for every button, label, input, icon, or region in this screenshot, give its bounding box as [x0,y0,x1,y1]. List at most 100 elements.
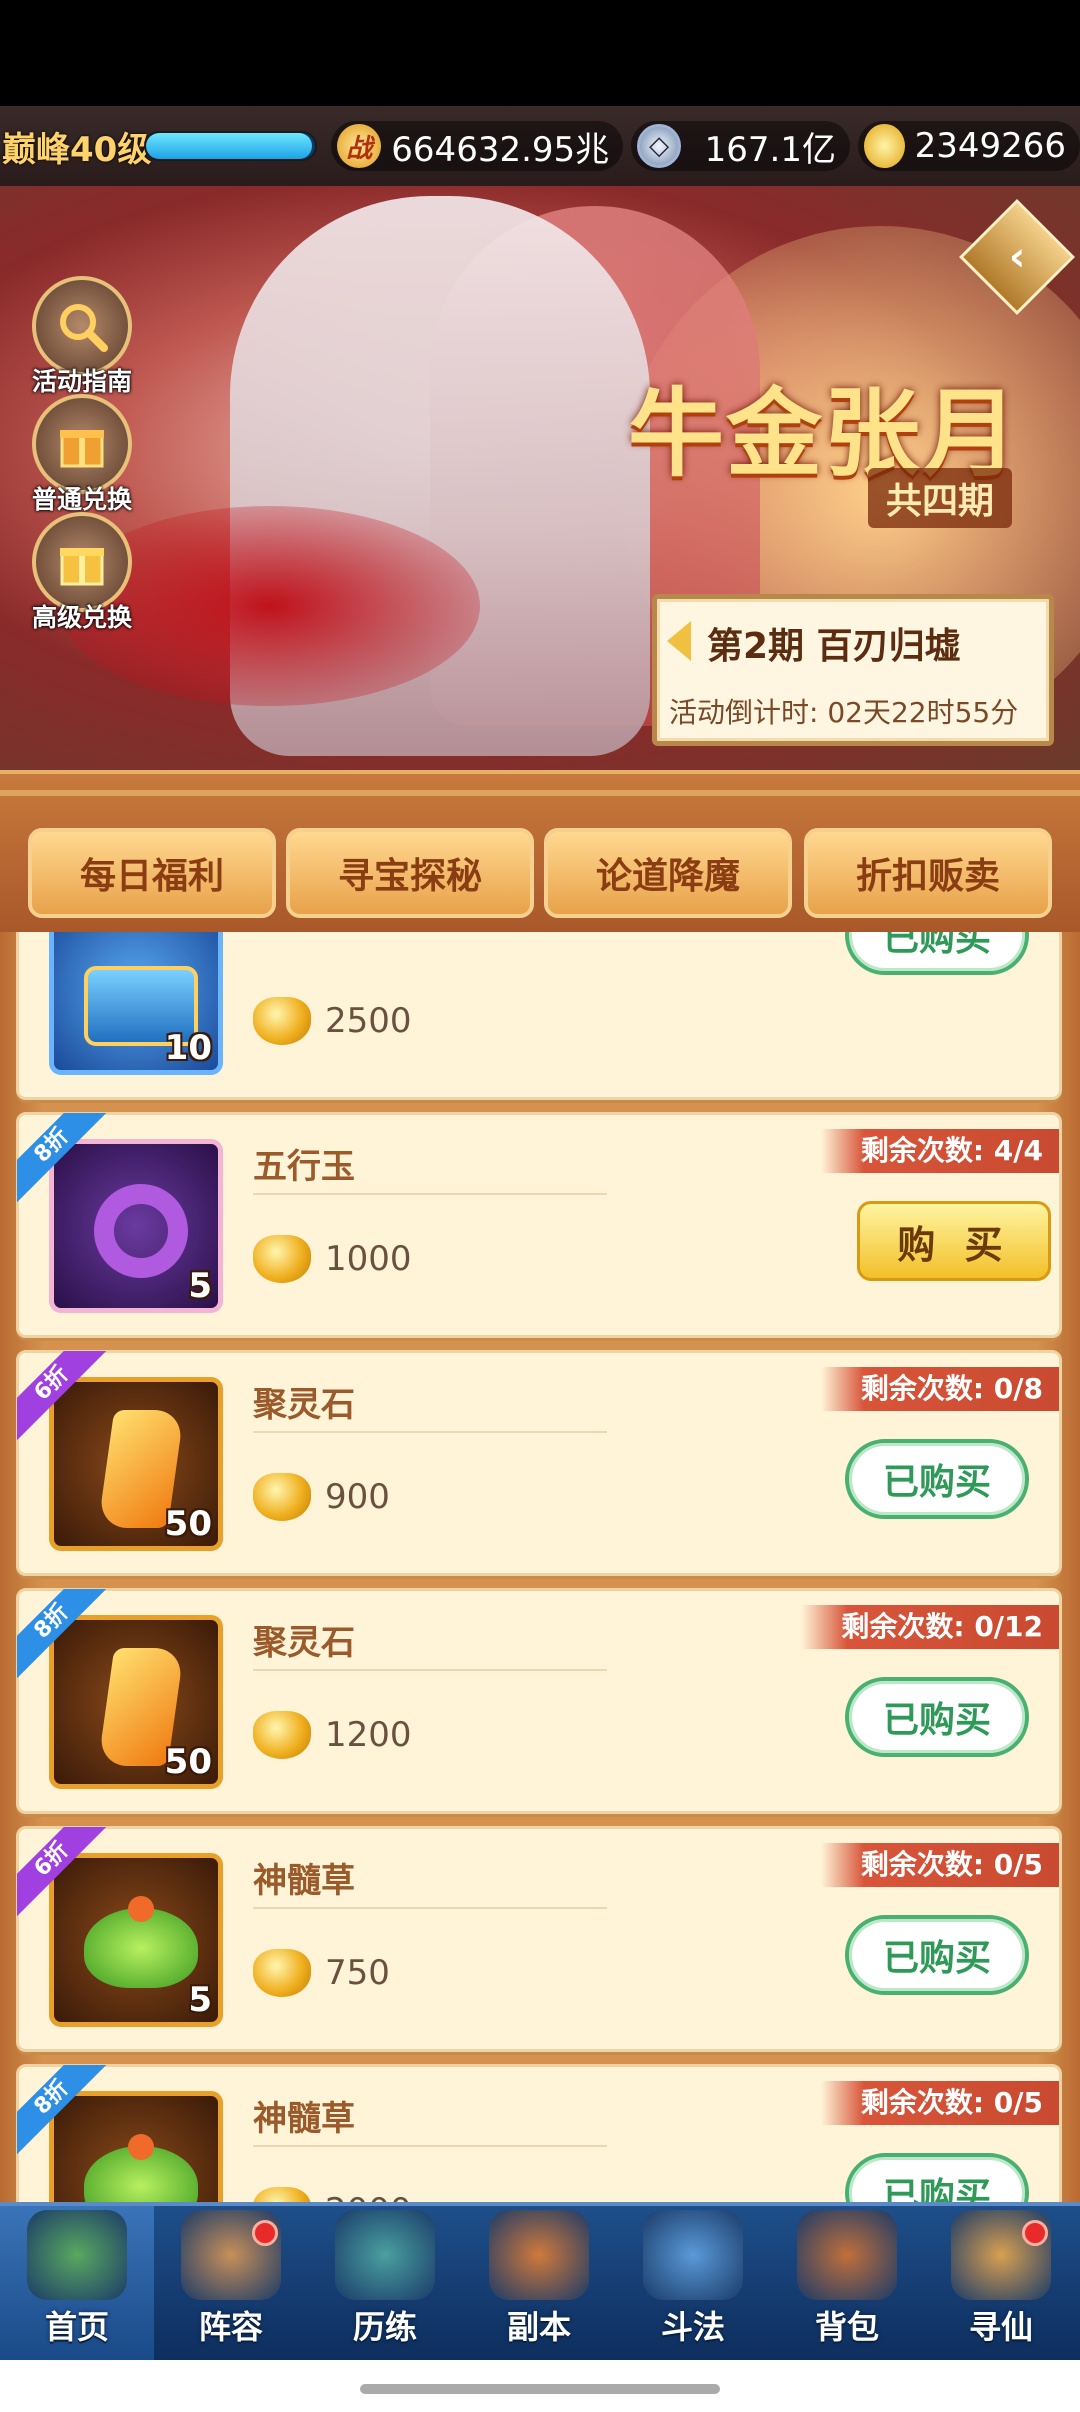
nav-duel[interactable]: 斗法 [616,2206,770,2360]
shop-item-row: 8折 神髓草 2000 剩余次数: 0/5 已购买 [16,2064,1062,2202]
item-price: 2000 [253,2187,412,2202]
gift-box-icon [32,394,132,494]
nav-label: 斗法 [660,2308,725,2346]
notification-dot [1022,2220,1048,2246]
item-quantity: 5 [188,1980,212,2020]
discount-badge: 6折 [17,1827,107,1917]
normal-exchange-button[interactable]: 普通兑换 [30,394,134,516]
item-name: 聚灵石 [253,1623,355,1663]
nav-label: 历练 [352,2308,417,2346]
discount-label: 6折 [17,1827,107,1917]
item-price: 1200 [253,1711,412,1759]
period-title: 第2期 百刃归墟 [707,626,961,667]
nav-seek-immortal[interactable]: 寻仙 [924,2206,1078,2360]
price-value: 900 [325,1477,390,1517]
gold-ingot-icon [864,124,905,168]
herb-flower-icon [128,1896,154,1922]
purchased-button[interactable]: 已购买 [845,1915,1029,1995]
nav-label: 副本 [506,2308,571,2346]
gold-ingot-icon [253,1949,311,1997]
gesture-bar [0,2360,1080,2412]
remaining-count: 剩余次数: 0/5 [820,2081,1059,2125]
item-quantity: 50 [164,1742,212,1782]
nav-training[interactable]: 历练 [308,2206,462,2360]
gold-ingot-icon [253,1235,311,1283]
gold-ingot-icon [253,997,311,1045]
event-banner: 活动指南 普通兑换 高级兑换 ‹ 牛金张月 共四期 第2期 百刃归墟 活动倒计时… [0,186,1080,770]
shop-item-row: 50 6折 聚灵石 900 剩余次数: 0/8 已购买 [16,1350,1062,1576]
tab-bar: 每日福利 寻宝探秘 论道降魔 折扣贩卖 [0,770,1080,932]
tab-demon-subduing[interactable]: 论道降魔 [544,828,792,918]
back-arrow-icon: ‹ [1008,233,1026,280]
item-divider [253,1431,607,1433]
bottom-nav: 首页 阵容 历练 副本 斗法 背包 寻仙 [0,2202,1080,2360]
purchased-button[interactable]: 已购买 [845,2153,1029,2202]
discount-item-list[interactable]: 10 2500 已购买 5 8折 五行玉 1000 剩余次数: 4/4 购 买 50 6折 聚灵石 90… [0,932,1080,2202]
advanced-exchange-label: 高级兑换 [31,603,132,632]
discount-label: 8折 [17,1589,107,1679]
discount-label: 8折 [17,2065,107,2155]
item-thumbnail[interactable]: 10 [49,932,223,1075]
nav-dungeon[interactable]: 副本 [462,2206,616,2360]
item-price: 750 [253,1949,390,1997]
gold-display[interactable]: 2349266 [858,121,1080,171]
remaining-count: 剩余次数: 4/4 [820,1129,1059,1173]
nav-home[interactable]: 首页 [0,2206,154,2360]
nav-backpack[interactable]: 背包 [770,2206,924,2360]
tab-discount-sale[interactable]: 折扣贩卖 [804,828,1052,918]
nav-label: 背包 [814,2308,879,2346]
magnifier-icon [32,276,132,376]
silver-display[interactable]: ◇ 167.1亿 [631,121,850,171]
period-panel[interactable]: 第2期 百刃归墟 活动倒计时: 02天22时55分 [652,594,1054,746]
resource-bar: 巅峰40级 战 664632.95兆 ◇ 167.1亿 2349266 [0,106,1080,186]
item-quantity: 50 [164,1504,212,1544]
item-divider [253,1907,607,1909]
discount-badge: 6折 [17,1351,107,1441]
prev-period-arrow-icon[interactable] [667,621,691,661]
nav-label: 首页 [44,2308,109,2346]
gift-box-icon [32,512,132,612]
advanced-exchange-button[interactable]: 高级兑换 [30,512,134,634]
nav-label: 寻仙 [968,2308,1033,2346]
gold-ingot-icon [253,2187,311,2202]
discount-label: 8折 [17,1113,107,1203]
purchased-button[interactable]: 已购买 [845,932,1029,975]
remaining-count: 剩余次数: 0/12 [801,1605,1059,1649]
xp-bar [144,131,318,161]
xp-fill [146,133,312,159]
purchased-button[interactable]: 已购买 [845,1677,1029,1757]
buy-button[interactable]: 购 买 [857,1201,1051,1281]
discount-badge: 8折 [17,1113,107,1203]
event-countdown: 活动倒计时: 02天22时55分 [669,696,1019,729]
item-name: 神髓草 [253,2099,355,2139]
nav-label: 阵容 [198,2308,263,2346]
discount-badge: 8折 [17,1589,107,1679]
item-quantity: 5 [188,1266,212,1306]
silver-value: 167.1亿 [704,129,836,170]
tab-treasure-hunt[interactable]: 寻宝探秘 [286,828,534,918]
item-divider [253,2145,607,2147]
tabbar-divider [0,790,1080,796]
guide-button[interactable]: 活动指南 [30,276,134,398]
backpack-icon [797,2210,897,2300]
purchased-button[interactable]: 已购买 [845,1439,1029,1519]
shop-item-row: 10 2500 已购买 [16,932,1062,1100]
home-indicator[interactable] [360,2384,720,2394]
shop-item-row: 50 8折 聚灵石 1200 剩余次数: 0/12 已购买 [16,1588,1062,1814]
remaining-count: 剩余次数: 0/5 [820,1843,1059,1887]
power-icon: 战 [337,124,382,168]
item-price: 1000 [253,1235,412,1283]
event-subtitle: 共四期 [868,468,1013,528]
nav-lineup[interactable]: 阵容 [154,2206,308,2360]
shop-item-row: 5 6折 神髓草 750 剩余次数: 0/5 已购买 [16,1826,1062,2052]
power-value: 664632.95兆 [391,129,610,170]
home-icon [27,2210,127,2300]
training-icon [335,2210,435,2300]
item-price: 900 [253,1473,390,1521]
notification-dot [252,2220,278,2246]
price-value: 2500 [325,1001,412,1041]
price-value: 1000 [325,1239,412,1279]
price-value: 2000 [325,2191,412,2202]
herb-flower-icon [128,2134,154,2160]
tab-daily-welfare[interactable]: 每日福利 [28,828,276,918]
